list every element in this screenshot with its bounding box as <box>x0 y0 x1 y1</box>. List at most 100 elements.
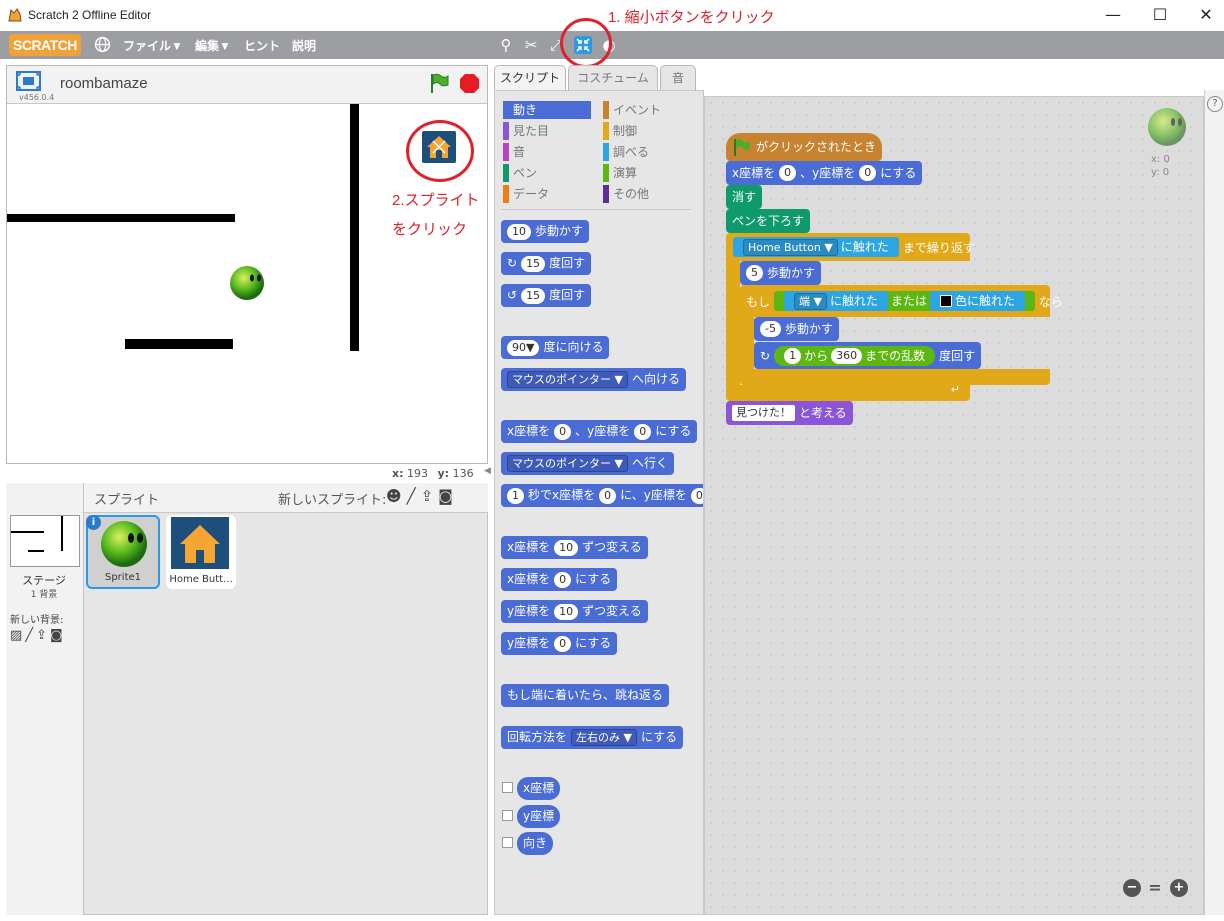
block-goto[interactable]: マウスのポインター ▼ へ行く <box>501 452 674 475</box>
stage-canvas[interactable]: 2.スプライト をクリック <box>7 103 487 463</box>
mouse-coords: x: 193 y: 136 <box>392 467 474 480</box>
script-area[interactable]: x: 0 y: 0 がクリックされたとき x座標を 0 、y座標を 0 にする 消す ペ… <box>704 96 1204 915</box>
paint-sprite-icon[interactable]: ╱ <box>407 487 421 505</box>
category-label: 動き <box>513 103 538 117</box>
block-move-neg5[interactable]: -5 歩動かす <box>754 317 839 341</box>
maximize-button[interactable]: ☐ <box>1145 4 1175 26</box>
category-9[interactable]: その他 <box>603 185 691 203</box>
category-7[interactable]: 演算 <box>603 164 691 182</box>
globe-icon[interactable] <box>94 36 111 53</box>
tab-sounds[interactable]: 音 <box>660 65 696 91</box>
sprite-tile-sprite1[interactable]: i Sprite1 <box>86 515 160 589</box>
category-swatch <box>503 143 509 161</box>
block-think[interactable]: 見つけた！ と考える <box>726 401 853 425</box>
annotation-step1: 1. 縮小ボタンをクリック <box>608 9 775 26</box>
category-label: データ <box>513 187 550 201</box>
block-point-direction[interactable]: 90▼ 度に向ける <box>501 336 610 359</box>
reporter-x-position[interactable]: x座標 <box>517 777 561 800</box>
new-sprite-tools: ☻╱⇪◙ <box>386 487 458 505</box>
help-icon[interactable]: ? <box>1207 96 1223 112</box>
menu-hint[interactable]: ヒント <box>244 37 280 54</box>
zoom-in-icon[interactable]: + <box>1170 879 1188 897</box>
duplicate-stamp-icon[interactable]: ⚲ <box>497 36 515 54</box>
block-change-x[interactable]: x座標を 10 ずつ変える <box>501 536 648 559</box>
sprite-tile-home-button[interactable]: Home Butt... <box>166 515 236 589</box>
block-turn-random[interactable]: ↻ 1 から 360 までの乱数 度回す <box>754 342 982 369</box>
block-pen-down[interactable]: ペンを下ろす <box>726 209 811 233</box>
block-move[interactable]: 10 歩動かす <box>501 220 590 243</box>
sprite-library-icon[interactable]: ☻ <box>386 487 407 505</box>
backdrop-library-icon[interactable]: ▨ <box>10 628 25 643</box>
block-rotation-style[interactable]: 回転方法を 左右のみ ▼ にする <box>501 726 684 749</box>
sprite1-ball[interactable] <box>229 265 265 301</box>
delete-scissors-icon[interactable]: ✂ <box>522 36 540 54</box>
sprite-list-header: スプライト 新しいスプライト: ☻╱⇪◙ <box>84 483 488 513</box>
category-swatch <box>503 164 509 182</box>
presentation-mode-icon[interactable] <box>16 71 41 91</box>
annotation-circle-sprite <box>406 120 474 182</box>
zoom-reset-icon[interactable]: = <box>1146 879 1164 897</box>
category-label: 音 <box>513 145 526 159</box>
coord-y-value: 136 <box>452 467 474 480</box>
category-8[interactable]: データ <box>503 185 591 203</box>
checkbox-direction[interactable] <box>502 837 513 848</box>
checkbox-x-position[interactable] <box>502 782 513 793</box>
camera-sprite-icon[interactable]: ◙ <box>438 487 458 505</box>
if-bottom <box>740 369 1050 385</box>
block-palette: 動き イベント 見た目 制御音調べる ペン 演算 データ その他 10 歩動かす ↻ 15 度回す … <box>494 90 704 915</box>
block-clear[interactable]: 消す <box>726 185 763 209</box>
category-4[interactable]: 音 <box>503 143 591 161</box>
annotation-step2-line2: をクリック <box>392 221 468 238</box>
category-6[interactable]: ペン <box>503 164 591 182</box>
block-glide[interactable]: 1秒でx座標を0に、y座標を0に <box>501 484 703 507</box>
sprite-x-readout: x: 0 <box>1151 154 1170 165</box>
block-set-y[interactable]: y座標を 0 にする <box>501 632 618 655</box>
block-change-y[interactable]: y座標を 10 ずつ変える <box>501 600 648 623</box>
menu-about[interactable]: 説明 <box>292 37 316 54</box>
category-swatch <box>603 185 609 203</box>
upload-backdrop-icon[interactable]: ⇪ <box>36 628 50 643</box>
reporter-direction[interactable]: 向き <box>517 832 554 855</box>
block-point-towards[interactable]: マウスのポインター ▼ へ向ける <box>501 368 686 391</box>
block-goto-xy[interactable]: x座標を 0 、y座標を 0 にする <box>726 161 923 185</box>
reporter-y-position[interactable]: y座標 <box>517 805 561 828</box>
zoom-out-icon[interactable]: − <box>1123 879 1141 897</box>
sprite-y-readout: y: 0 <box>1151 167 1170 178</box>
block-turn-right[interactable]: ↻ 15 度回す <box>501 252 592 275</box>
project-name[interactable]: roombamaze <box>60 75 148 92</box>
category-label: イベント <box>613 103 662 117</box>
category-3[interactable]: 制御 <box>603 122 691 140</box>
block-when-flag-clicked[interactable]: がクリックされたとき <box>726 133 883 161</box>
paint-backdrop-icon[interactable]: ╱ <box>25 628 36 643</box>
scratch-logo[interactable]: SCRATCH <box>9 34 81 56</box>
block-set-x[interactable]: x座標を 0 にする <box>501 568 618 591</box>
stage-collapse-arrow[interactable]: ◀ <box>484 466 492 480</box>
block-goto-xy[interactable]: x座標を 0 、y座標を 0 にする <box>501 420 698 443</box>
menu-file[interactable]: ファイル▼ <box>123 37 183 54</box>
minimize-button[interactable]: — <box>1098 4 1128 26</box>
new-backdrop-tools: ▨╱⇪◙ <box>10 628 66 643</box>
info-icon[interactable]: i <box>86 515 101 530</box>
block-move-5[interactable]: 5 歩動かす <box>740 261 822 285</box>
category-2[interactable]: 見た目 <box>503 122 591 140</box>
category-swatch <box>603 122 609 140</box>
stage-thumbnail[interactable] <box>10 515 80 567</box>
coord-y-label: y: <box>437 467 450 480</box>
upload-sprite-icon[interactable]: ⇪ <box>421 487 439 505</box>
menu-edit[interactable]: 編集▼ <box>195 37 231 54</box>
category-1[interactable]: イベント <box>603 101 691 119</box>
category-0[interactable]: 動き <box>503 101 591 119</box>
block-bounce[interactable]: もし端に着いたら、跳ね返る <box>501 684 670 707</box>
category-5[interactable]: 調べる <box>603 143 691 161</box>
camera-backdrop-icon[interactable]: ◙ <box>50 628 66 643</box>
tab-costumes[interactable]: コスチューム <box>568 65 658 91</box>
checkbox-y-position[interactable] <box>502 810 513 821</box>
green-flag-icon[interactable] <box>428 72 450 94</box>
block-turn-left[interactable]: ↺ 15 度回す <box>501 284 592 307</box>
category-swatch <box>603 164 609 182</box>
tab-scripts[interactable]: スクリプト <box>494 65 566 91</box>
stop-sign-icon[interactable] <box>459 73 480 94</box>
stage-backdrop-count: 1 背景 <box>30 590 58 600</box>
close-button[interactable]: ✕ <box>1191 4 1221 26</box>
category-swatch <box>503 185 509 203</box>
